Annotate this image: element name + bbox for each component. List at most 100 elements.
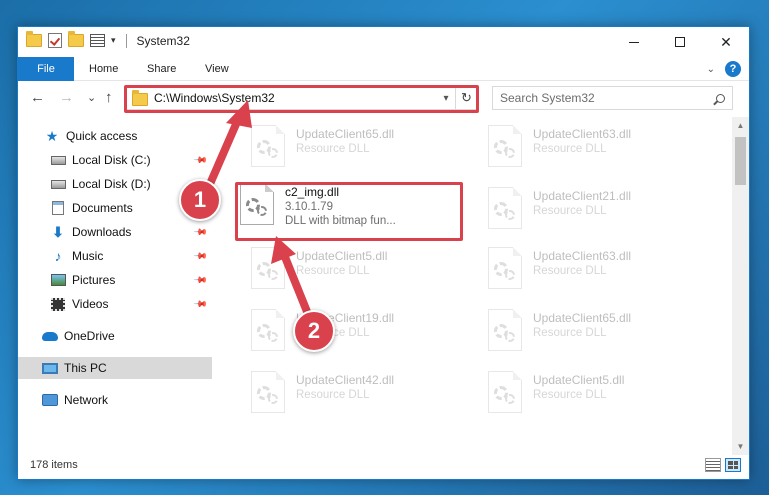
dll-file-icon [240, 183, 274, 225]
expand-ribbon-icon[interactable]: ⌄ [707, 64, 715, 75]
sidebar-item-pictures[interactable]: Pictures 📌 [18, 269, 212, 291]
file-name: UpdateClient21.dll [533, 189, 632, 203]
file-item[interactable]: UpdateClient21.dll Resource DLL [488, 187, 718, 237]
forward-arrow-icon[interactable]: → [59, 89, 74, 106]
minimize-button[interactable] [611, 27, 657, 57]
up-arrow-icon[interactable]: ↑ [105, 89, 113, 106]
maximize-button[interactable] [657, 27, 703, 57]
sidebar-item-label: OneDrive [64, 329, 115, 343]
dll-file-icon [251, 371, 285, 413]
navigation-pane: ★ Quick access Local Disk (C:) 📌 Local D… [18, 117, 214, 455]
tab-file[interactable]: File [18, 57, 74, 81]
file-type: Resource DLL [533, 389, 607, 401]
this-pc-icon [42, 361, 58, 375]
file-item[interactable]: UpdateClient65.dll Resource DLL [251, 125, 481, 175]
dll-file-icon [488, 309, 522, 351]
properties-check-icon[interactable] [48, 33, 62, 48]
onedrive-icon [42, 329, 58, 343]
pin-icon[interactable]: 📌 [193, 296, 208, 312]
help-icon[interactable]: ? [725, 61, 741, 77]
file-version: 3.10.1.79 [285, 201, 333, 213]
title-divider [125, 33, 127, 48]
search-box[interactable] [492, 86, 733, 110]
network-icon [42, 393, 58, 407]
dll-file-icon [251, 309, 285, 351]
tab-home[interactable]: Home [89, 57, 118, 81]
sidebar-item-this-pc[interactable]: This PC [18, 357, 212, 379]
star-icon: ★ [45, 127, 59, 144]
tiles-view-icon[interactable] [725, 458, 741, 472]
refresh-icon[interactable]: ↻ [455, 87, 477, 109]
music-icon: ♪ [54, 248, 62, 264]
sidebar-item-onedrive[interactable]: OneDrive [18, 325, 212, 347]
file-item[interactable]: UpdateClient19.dllResource DLL [251, 309, 481, 359]
sidebar-item-quick-access[interactable]: ★ Quick access [18, 125, 212, 147]
sidebar-item-label: Music [72, 249, 104, 263]
pin-icon[interactable]: 📌 [193, 224, 208, 240]
file-item[interactable]: UpdateClient65.dll Resource DLL [488, 309, 718, 359]
download-icon: ⬇ [52, 223, 64, 240]
file-name: UpdateClient65.dll [533, 311, 632, 325]
vertical-scrollbar[interactable]: ▲ ▼ [732, 117, 749, 455]
dll-file-icon [488, 125, 522, 167]
tab-share[interactable]: Share [147, 57, 176, 81]
dll-file-icon [488, 187, 522, 229]
folder-icon [26, 31, 42, 47]
file-type: Resource DLL [296, 265, 370, 277]
scroll-thumb[interactable] [735, 137, 746, 185]
chevron-down-icon[interactable]: ▾ [437, 93, 455, 104]
file-item-highlighted[interactable]: c2_img.dll 3.10.1.79 DLL with bitmap fun… [240, 183, 470, 233]
sidebar-item-music[interactable]: ♪ Music 📌 [18, 245, 212, 267]
close-button[interactable]: ✕ [703, 27, 749, 57]
drive-icon [50, 153, 66, 167]
file-type: Resource DLL [533, 205, 607, 217]
chevron-down-icon[interactable]: ▾ [111, 35, 116, 46]
recent-locations-icon[interactable]: ⌄ [87, 91, 96, 104]
customize-toolbar-icon[interactable] [90, 34, 105, 47]
sidebar-item-label: Quick access [66, 129, 138, 143]
dll-file-icon [488, 371, 522, 413]
pin-icon[interactable]: 📌 [193, 272, 208, 288]
pin-icon[interactable]: 📌 [193, 248, 208, 264]
file-item[interactable]: UpdateClient63.dll Resource DLL [488, 247, 718, 297]
pin-icon[interactable]: 📌 [193, 152, 208, 168]
dll-file-icon [488, 247, 522, 289]
file-item[interactable]: UpdateClient5.dll Resource DLL [488, 371, 718, 421]
file-type: Resource DLL [296, 389, 370, 401]
new-folder-icon[interactable] [68, 31, 84, 47]
quick-access-toolbar: ▾ System32 [26, 31, 190, 48]
file-item[interactable]: UpdateClient5.dll Resource DLL [251, 247, 481, 297]
file-name: UpdateClient65.dll [296, 127, 395, 141]
sidebar-item-local-disk-c[interactable]: Local Disk (C:) 📌 [18, 149, 212, 171]
navigation-bar: ← → ⌄ ↑ C:\Windows\System32 ▾ ↻ [18, 83, 749, 113]
scroll-up-icon[interactable]: ▲ [732, 117, 749, 134]
folder-icon [132, 90, 148, 106]
search-input[interactable] [500, 91, 708, 105]
drive-icon [50, 177, 66, 191]
sidebar-item-videos[interactable]: Videos 📌 [18, 293, 212, 315]
sidebar-item-label: Documents [72, 201, 133, 215]
address-bar[interactable]: C:\Windows\System32 ▾ ↻ [126, 86, 478, 110]
view-switcher [705, 458, 741, 472]
maximize-icon [675, 37, 685, 47]
dll-file-icon [251, 247, 285, 289]
sidebar-item-network[interactable]: Network [18, 389, 212, 411]
pictures-icon [50, 273, 66, 287]
window-title: System32 [136, 33, 190, 48]
address-path[interactable]: C:\Windows\System32 [154, 91, 437, 105]
search-icon[interactable] [708, 93, 732, 103]
file-item[interactable]: UpdateClient42.dll Resource DLL [251, 371, 481, 421]
dll-file-icon [251, 125, 285, 167]
tab-view[interactable]: View [205, 57, 229, 81]
sidebar-item-label: Pictures [72, 273, 116, 287]
videos-icon [50, 297, 66, 311]
document-icon [50, 201, 66, 215]
file-name: UpdateClient63.dll [533, 249, 632, 263]
back-arrow-icon[interactable]: ← [30, 89, 45, 106]
file-item[interactable]: UpdateClient63.dll Resource DLL [488, 125, 718, 175]
sidebar-item-downloads[interactable]: ⬇ Downloads 📌 [18, 221, 212, 243]
minimize-icon [629, 41, 639, 43]
details-view-icon[interactable] [705, 458, 721, 472]
sidebar-item-label: Network [64, 393, 109, 407]
file-description: DLL with bitmap fun... [285, 215, 396, 227]
